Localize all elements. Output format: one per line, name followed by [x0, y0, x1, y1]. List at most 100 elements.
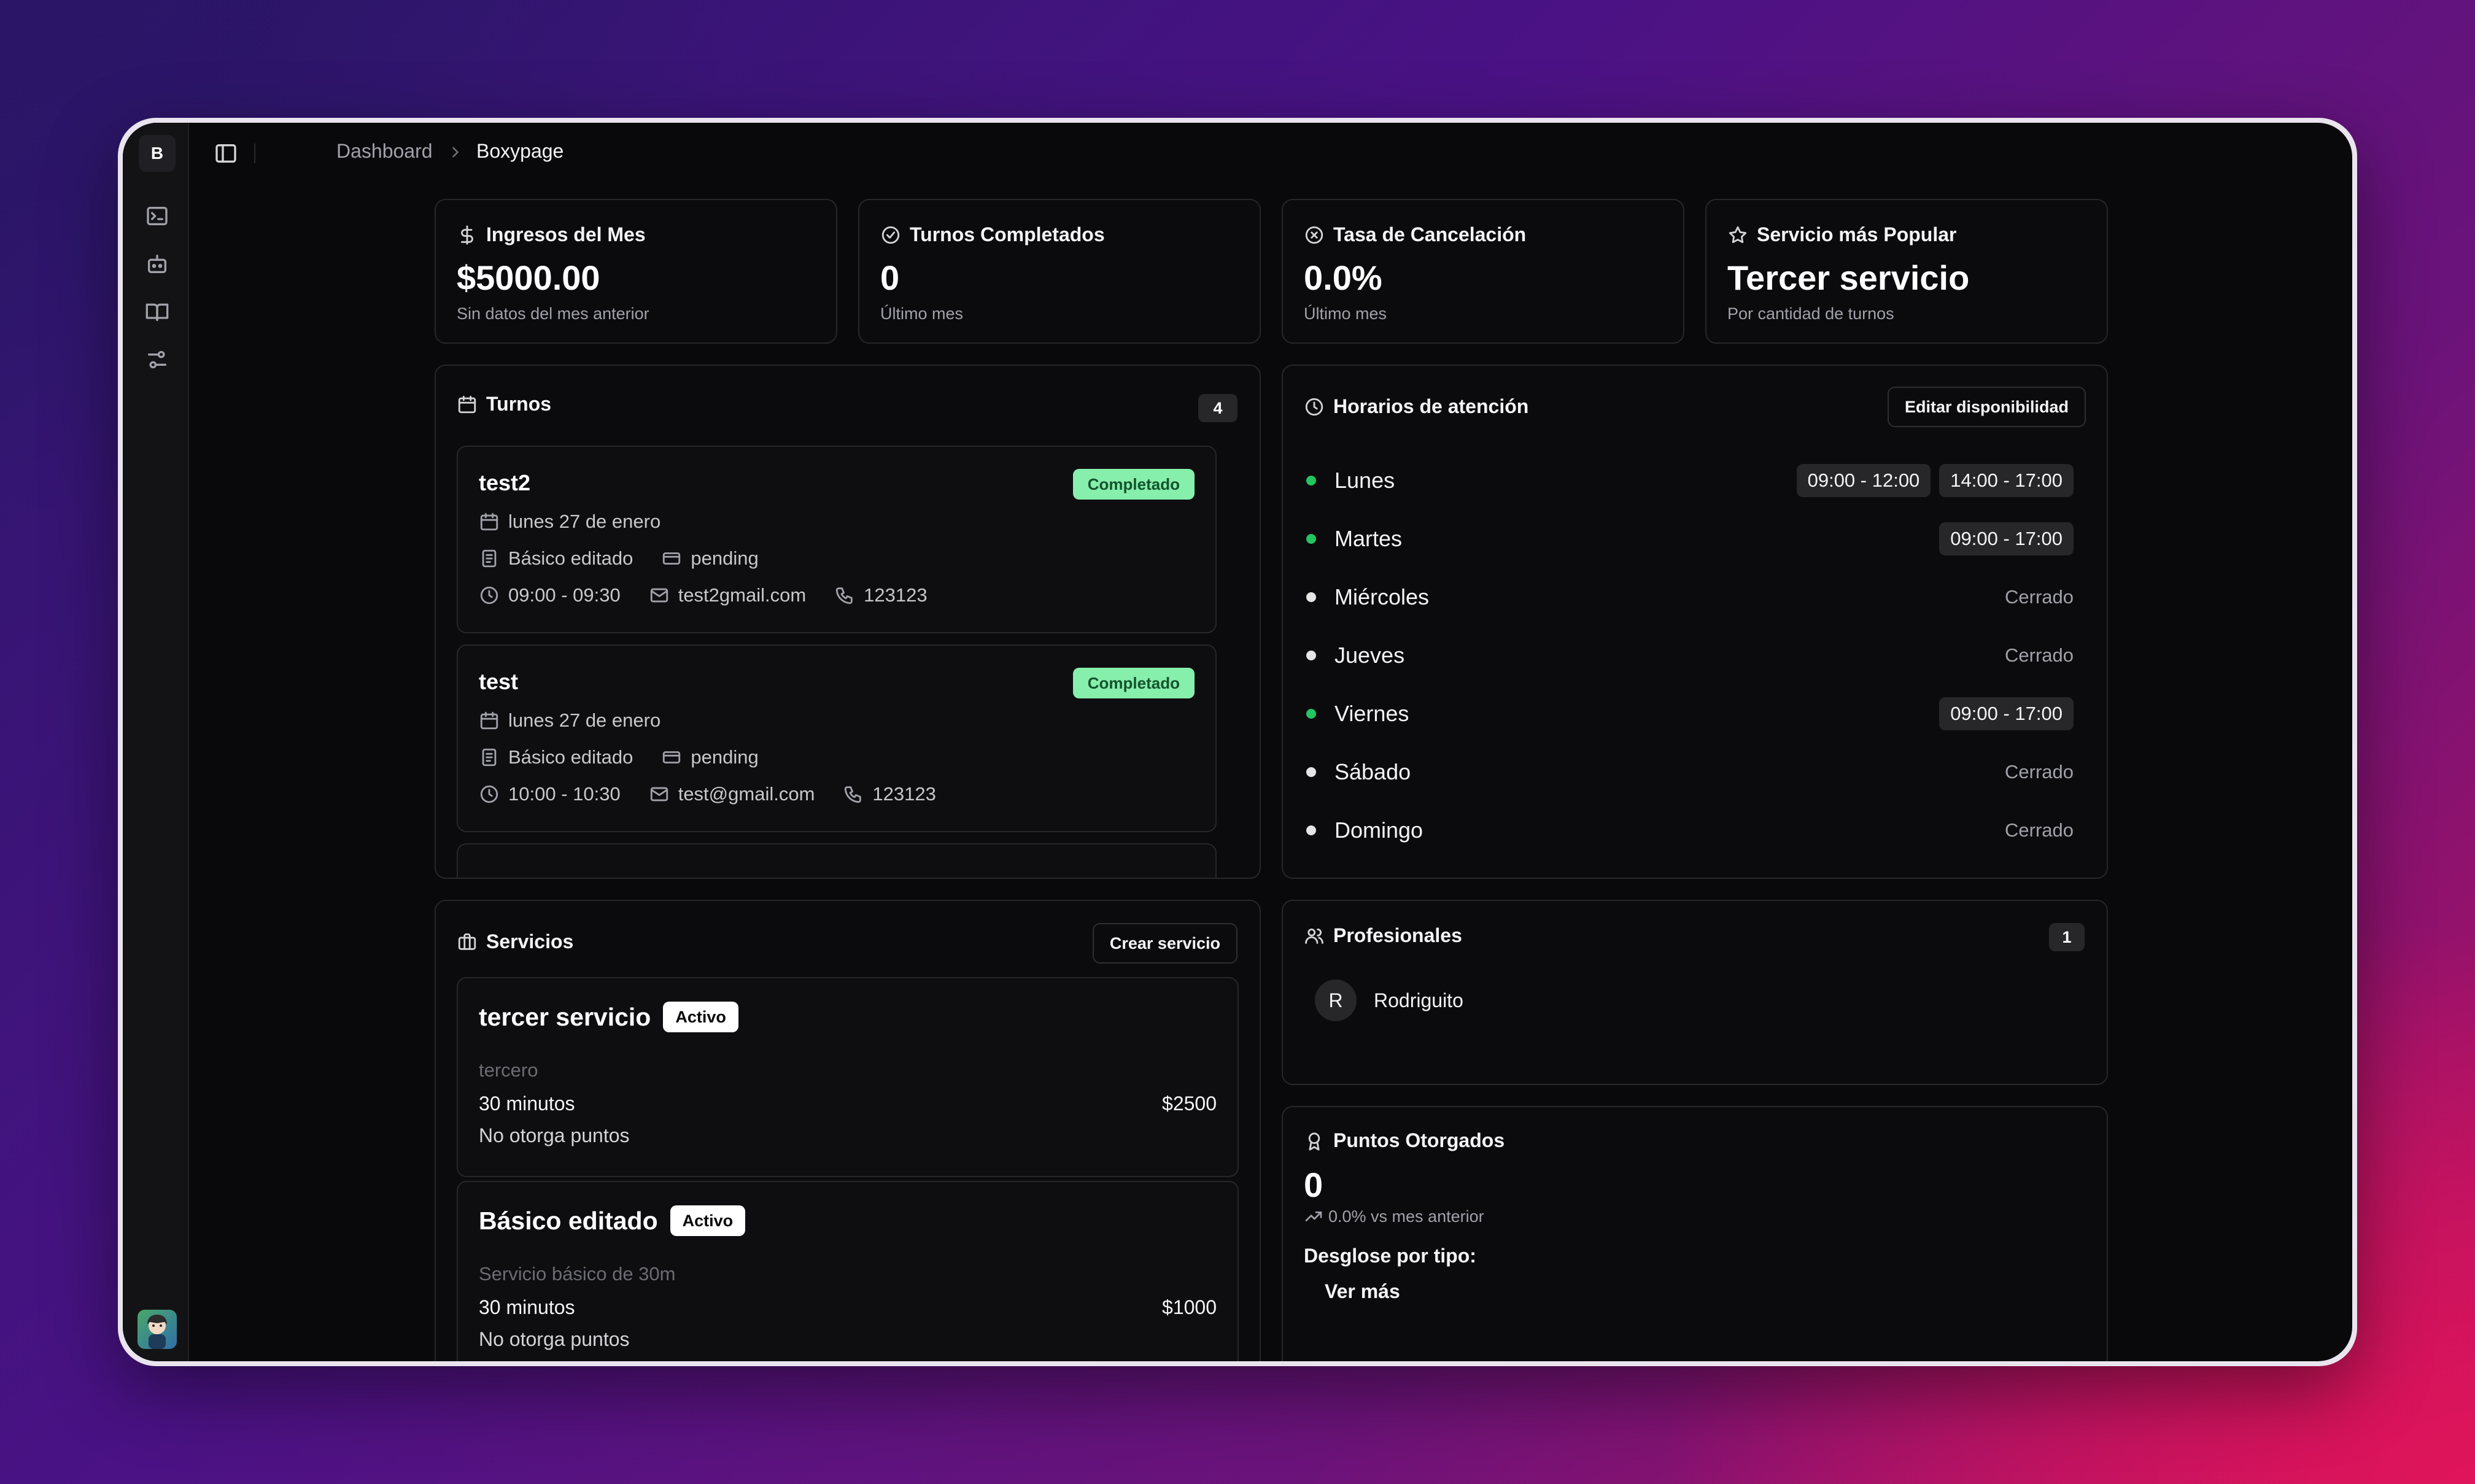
puntos-card: Puntos Otorgados 0 0.0% vs mes anterior …	[1282, 1106, 2108, 1361]
divider	[254, 144, 255, 163]
stat-title: Ingresos del Mes	[486, 223, 646, 245]
user-avatar[interactable]	[138, 1310, 177, 1349]
day-name: Domingo	[1334, 817, 1423, 843]
sidebar-toggle-icon[interactable]	[214, 141, 238, 166]
clock-icon	[1304, 396, 1325, 417]
x-circle-icon	[1304, 225, 1325, 245]
servicios-card: Servicios Crear servicio tercer servicio…	[435, 900, 1261, 1361]
appointment-time: 10:00 - 10:30	[508, 783, 621, 805]
closed-label: Cerrado	[2005, 586, 2074, 608]
appointment-service: Básico editado	[508, 746, 633, 768]
file-text-icon	[479, 747, 500, 768]
professional-avatar: R	[1315, 980, 1357, 1021]
stat-subtitle: Sin datos del mes anterior	[457, 304, 649, 323]
credit-card-icon	[661, 548, 682, 569]
day-row-martes: Martes 09:00 - 17:00	[1306, 520, 2074, 558]
day-row-viernes: Viernes 09:00 - 17:00	[1306, 695, 2074, 733]
day-name: Martes	[1334, 526, 1403, 551]
service-card[interactable]: tercer servicio Activo tercero 30 minuto…	[457, 977, 1239, 1177]
workspace-logo[interactable]: B	[139, 135, 176, 172]
closed-label: Cerrado	[2005, 644, 2074, 666]
appointment-payment: pending	[691, 746, 759, 768]
service-points: No otorga puntos	[479, 1328, 630, 1350]
credit-card-icon	[661, 747, 682, 768]
bot-icon[interactable]	[145, 252, 169, 276]
edit-availability-button[interactable]: Editar disponibilidad	[1887, 387, 2086, 427]
stat-subtitle: Último mes	[1304, 304, 1387, 323]
stat-subtitle: Por cantidad de turnos	[1727, 304, 1894, 323]
create-service-button[interactable]: Crear servicio	[1092, 923, 1238, 964]
stat-title: Tasa de Cancelación	[1333, 223, 1527, 245]
day-row-jueves: Jueves Cerrado	[1306, 636, 2074, 674]
day-name: Lunes	[1334, 468, 1395, 493]
clock-icon	[479, 585, 500, 606]
appointment-payment: pending	[691, 547, 759, 569]
app-window: B Dashboard Boxypage Ingresos del Mes $5…	[123, 123, 2352, 1361]
appointment-service: Básico editado	[508, 547, 633, 569]
chevron-right-icon	[447, 144, 464, 161]
status-badge: Completado	[1072, 668, 1195, 698]
check-circle-icon	[880, 225, 901, 245]
stat-card-servicio-popular: Servicio más Popular Tercer servicio Por…	[1705, 199, 2108, 344]
appointment-card[interactable]: test2 Completado lunes 27 de enero Básic…	[457, 446, 1217, 633]
breakdown-label: Desglose por tipo:	[1304, 1245, 1476, 1267]
profesionales-card: Profesionales 1 R Rodriguito	[1282, 900, 2108, 1085]
appointment-card[interactable]: test Completado lunes 27 de enero Básico…	[457, 644, 1217, 832]
sidebar: B	[123, 123, 189, 1361]
award-icon	[1304, 1130, 1325, 1151]
book-icon[interactable]	[145, 300, 169, 324]
stat-title: Servicio más Popular	[1757, 223, 1957, 245]
appointment-card[interactable]	[457, 843, 1217, 878]
time-slot: 09:00 - 17:00	[1939, 697, 2074, 730]
professional-item[interactable]: R Rodriguito	[1315, 980, 1463, 1021]
mail-icon	[649, 784, 670, 805]
settings-sliders-icon[interactable]	[145, 347, 169, 372]
status-dot	[1306, 767, 1316, 777]
day-row-sabado: Sábado Cerrado	[1306, 753, 2074, 791]
service-name: tercer servicio	[479, 1002, 651, 1031]
day-name: Jueves	[1334, 643, 1405, 668]
service-description: tercero	[479, 1059, 538, 1081]
terminal-icon[interactable]	[145, 204, 169, 228]
closed-label: Cerrado	[2005, 761, 2074, 783]
points-value: 0	[1304, 1165, 1323, 1204]
breadcrumb-dashboard[interactable]: Dashboard	[336, 140, 433, 163]
status-dot	[1306, 825, 1316, 835]
dollar-icon	[457, 225, 478, 245]
appointment-client-name: test2	[479, 470, 531, 495]
stat-card-cancelacion: Tasa de Cancelación 0.0% Último mes	[1282, 199, 1684, 344]
stat-value: Tercer servicio	[1727, 258, 1970, 297]
time-slot: 14:00 - 17:00	[1939, 464, 2074, 497]
service-name: Básico editado	[479, 1206, 658, 1235]
turnos-card: Turnos 4 test2 Completado lunes 27 de en…	[435, 365, 1261, 879]
see-more-link[interactable]: Ver más	[1325, 1280, 1400, 1303]
service-price: $2500	[1162, 1092, 1217, 1115]
section-title: Puntos Otorgados	[1333, 1129, 1505, 1151]
device-frame: B Dashboard Boxypage Ingresos del Mes $5…	[118, 118, 2357, 1366]
appointment-phone: 123123	[872, 783, 936, 805]
day-row-domingo: Domingo Cerrado	[1306, 811, 2074, 849]
section-title: Horarios de atención	[1333, 395, 1529, 417]
day-row-lunes: Lunes 09:00 - 12:00 14:00 - 17:00	[1306, 462, 2074, 500]
appointment-email: test2gmail.com	[678, 584, 807, 606]
star-icon	[1727, 225, 1748, 245]
service-description: Servicio básico de 30m	[479, 1263, 676, 1285]
service-card[interactable]: Básico editado Activo Servicio básico de…	[457, 1181, 1239, 1361]
service-duration: 30 minutos	[479, 1296, 575, 1318]
appointment-date: lunes 27 de enero	[508, 511, 661, 532]
appointment-phone: 123123	[864, 584, 928, 606]
turnos-count-badge: 4	[1198, 394, 1238, 422]
status-dot	[1306, 534, 1316, 544]
appointment-email: test@gmail.com	[678, 783, 815, 805]
appointment-date: lunes 27 de enero	[508, 709, 661, 731]
phone-icon	[843, 784, 864, 805]
file-text-icon	[479, 548, 500, 569]
stat-subtitle: Último mes	[880, 304, 964, 323]
day-row-miercoles: Miércoles Cerrado	[1306, 578, 2074, 616]
section-title: Profesionales	[1333, 924, 1462, 946]
professional-name: Rodriguito	[1374, 989, 1463, 1011]
closed-label: Cerrado	[2005, 819, 2074, 841]
time-slot: 09:00 - 17:00	[1939, 522, 2074, 555]
horarios-card: Horarios de atención Editar disponibilid…	[1282, 365, 2108, 879]
stat-title: Turnos Completados	[910, 223, 1105, 245]
